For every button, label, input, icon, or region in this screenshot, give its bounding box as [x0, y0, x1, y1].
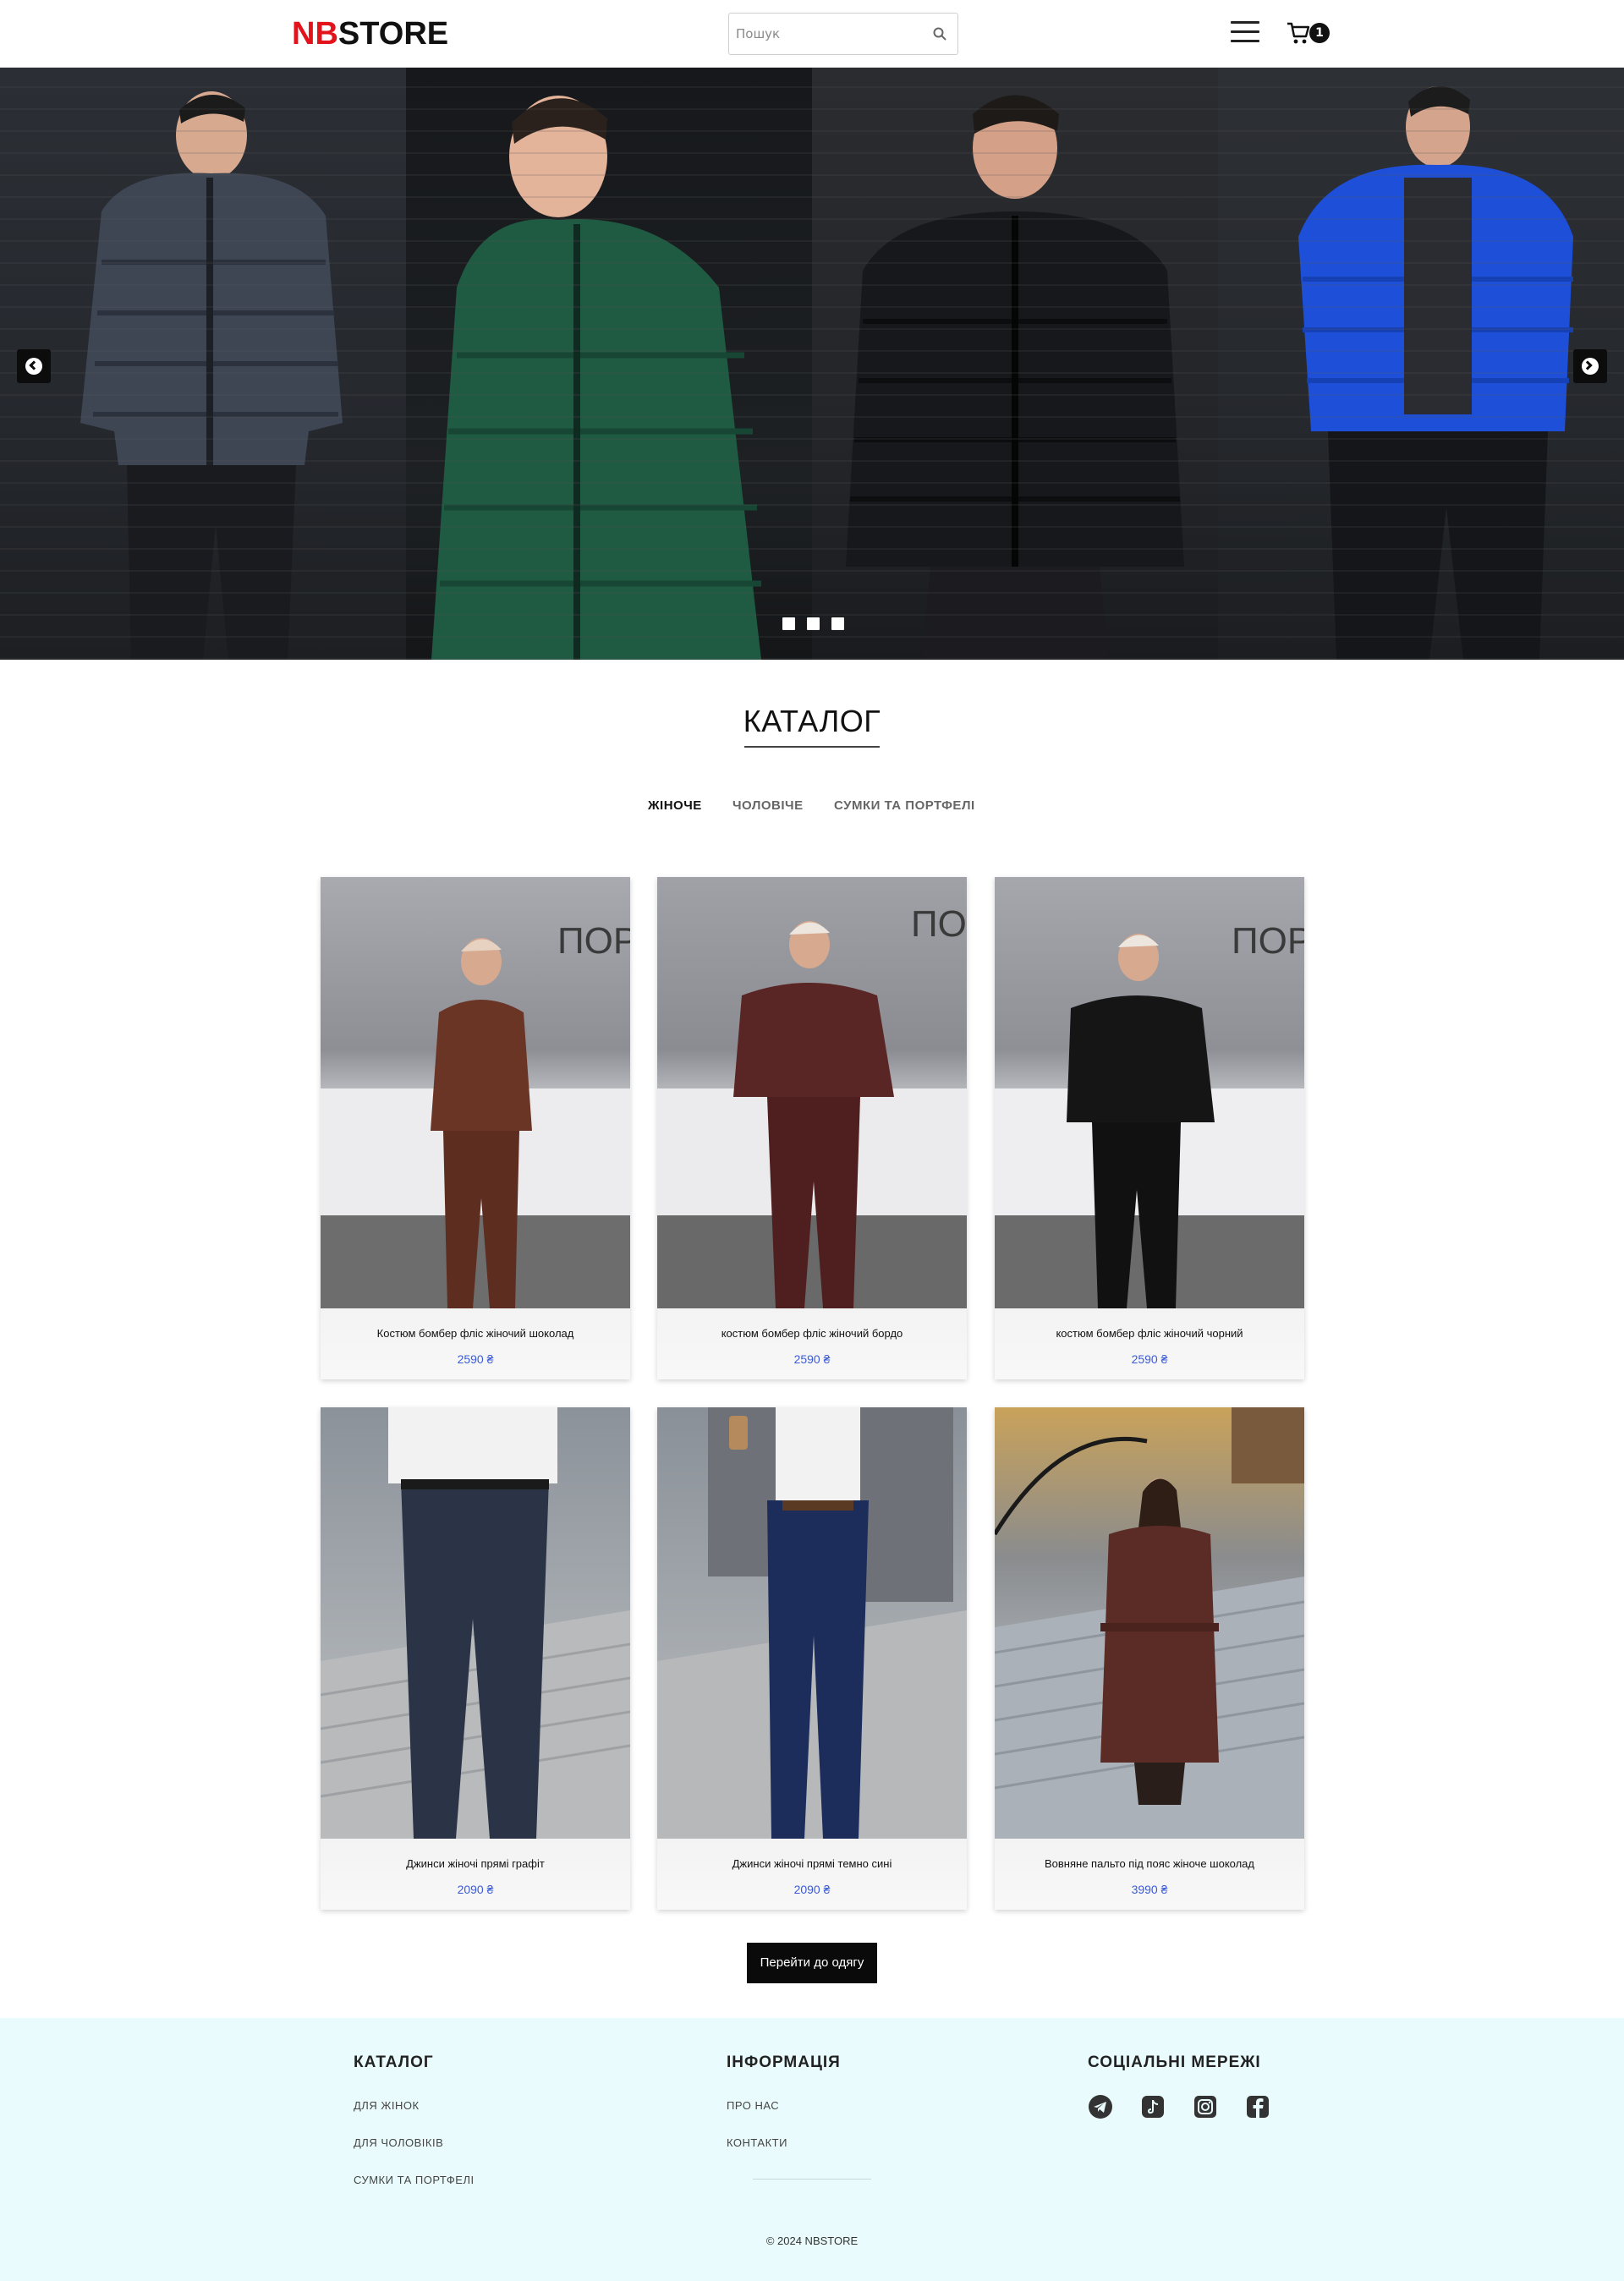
hero-panel-4: [1218, 68, 1624, 660]
product-info: костюм бомбер фліс жіночий чорний 2590 ₴: [995, 1308, 1304, 1379]
svg-text:ПОР: ПОР: [1232, 920, 1304, 962]
footer-link-bags[interactable]: СУМКИ ТА ПОРТФЕЛІ: [354, 2174, 475, 2186]
cart-count-badge: 1: [1309, 23, 1330, 43]
logo-nb: NB: [292, 16, 338, 52]
product-price: 3990 ₴: [1131, 1883, 1168, 1896]
cart-button[interactable]: 1: [1286, 19, 1333, 47]
product-price: 2590 ₴: [457, 1352, 494, 1366]
product-image: [995, 1407, 1304, 1839]
logo[interactable]: NBSTORE: [292, 15, 448, 52]
product-card[interactable]: Вовняне пальто під пояс жіноче шоколад 3…: [995, 1407, 1304, 1910]
product-name: Джинси жіночі прямі темно сині: [732, 1857, 892, 1870]
product-image: ПОР: [321, 877, 630, 1308]
tab-women[interactable]: ЖІНОЧЕ: [648, 798, 702, 813]
hero-panel-2: [406, 68, 812, 660]
product-name: Джинси жіночі прямі графіт: [406, 1857, 545, 1870]
product-info: Джинси жіночі прямі графіт 2090 ₴: [321, 1839, 630, 1910]
product-price: 2590 ₴: [1131, 1352, 1168, 1366]
product-card[interactable]: Джинси жіночі прямі графіт 2090 ₴: [321, 1407, 630, 1910]
product-card[interactable]: Джинси жіночі прямі темно сині 2090 ₴: [657, 1407, 967, 1910]
product-card[interactable]: ПОР костюм бомбер фліс жіночий чорний 25…: [995, 877, 1304, 1379]
tab-men[interactable]: ЧОЛОВІЧЕ: [732, 798, 804, 813]
logo-store: STORE: [337, 16, 449, 52]
slider-dot-1[interactable]: [782, 617, 795, 630]
category-tabs: ЖІНОЧЕ ЧОЛОВІЧЕ СУМКИ ТА ПОРТФЕЛІ: [0, 798, 1624, 819]
hero-panel-3: [812, 68, 1218, 660]
search-icon[interactable]: [932, 26, 947, 41]
svg-text:ПО: ПО: [911, 903, 967, 945]
product-name: Вовняне пальто під пояс жіноче шоколад: [1044, 1857, 1254, 1870]
site-header: NBSTORE 1: [0, 0, 1624, 68]
footer-link-men[interactable]: ДЛЯ ЧОЛОВІКІВ: [354, 2136, 443, 2149]
product-name: Костюм бомбер фліс жіночий шоколад: [376, 1327, 574, 1340]
product-info: костюм бомбер фліс жіночий бордо 2590 ₴: [657, 1308, 967, 1379]
cart-icon: [1287, 22, 1310, 44]
product-card[interactable]: ПО костюм бомбер фліс жіночий бордо 2590…: [657, 877, 967, 1379]
menu-icon[interactable]: [1231, 19, 1259, 46]
search-input[interactable]: [736, 14, 922, 54]
tab-bags[interactable]: СУМКИ ТА ПОРТФЕЛІ: [834, 798, 975, 813]
footer-link-about[interactable]: ПРО НАС: [727, 2099, 779, 2112]
catalog-title: КАТАЛОГ: [743, 704, 881, 738]
facebook-icon[interactable]: [1245, 2094, 1270, 2119]
product-info: Вовняне пальто під пояс жіноче шоколад 3…: [995, 1839, 1304, 1910]
footer-social-title: СОЦІАЛЬНІ МЕРЕЖІ: [1088, 2053, 1261, 2071]
search-box: [728, 13, 958, 55]
title-underline: [744, 746, 880, 748]
product-info: Джинси жіночі прямі темно сині 2090 ₴: [657, 1839, 967, 1910]
product-price: 2090 ₴: [793, 1883, 831, 1896]
footer-catalog-title: КАТАЛОГ: [354, 2053, 434, 2071]
product-image: [321, 1407, 630, 1839]
slider-dot-3[interactable]: [831, 617, 844, 630]
go-to-clothing-button[interactable]: Перейти до одягу: [747, 1943, 877, 1983]
instagram-icon[interactable]: [1193, 2094, 1218, 2119]
product-price: 2090 ₴: [457, 1883, 494, 1896]
slider-dot-2[interactable]: [807, 617, 820, 630]
svg-text:ПОР: ПОР: [557, 920, 630, 962]
slider-prev-button[interactable]: [17, 349, 51, 383]
slider-next-button[interactable]: [1573, 349, 1607, 383]
slider-dots: [782, 617, 850, 631]
telegram-icon[interactable]: [1088, 2094, 1113, 2119]
product-card[interactable]: ПОР Костюм бомбер фліс жіночий шоколад 2…: [321, 877, 630, 1379]
footer-link-women[interactable]: ДЛЯ ЖІНОК: [354, 2099, 420, 2112]
product-image: ПОР: [995, 877, 1304, 1308]
footer-divider: [753, 2179, 871, 2180]
site-footer: КАТАЛОГ ДЛЯ ЖІНОК ДЛЯ ЧОЛОВІКІВ СУМКИ ТА…: [0, 2018, 1624, 2281]
product-price: 2590 ₴: [793, 1352, 831, 1366]
product-name: костюм бомбер фліс жіночий чорний: [1056, 1327, 1243, 1340]
product-image: ПО: [657, 877, 967, 1308]
product-name: костюм бомбер фліс жіночий бордо: [721, 1327, 903, 1340]
copyright: © 2024 NBSTORE: [765, 2234, 859, 2247]
footer-info-title: ІНФОРМАЦІЯ: [727, 2053, 841, 2071]
hero-panel-1: [0, 68, 406, 660]
tiktok-icon[interactable]: [1140, 2094, 1166, 2119]
product-info: Костюм бомбер фліс жіночий шоколад 2590 …: [321, 1308, 630, 1379]
hero-slider: [0, 68, 1624, 660]
footer-link-contacts[interactable]: КОНТАКТИ: [727, 2136, 787, 2149]
product-image: [657, 1407, 967, 1839]
